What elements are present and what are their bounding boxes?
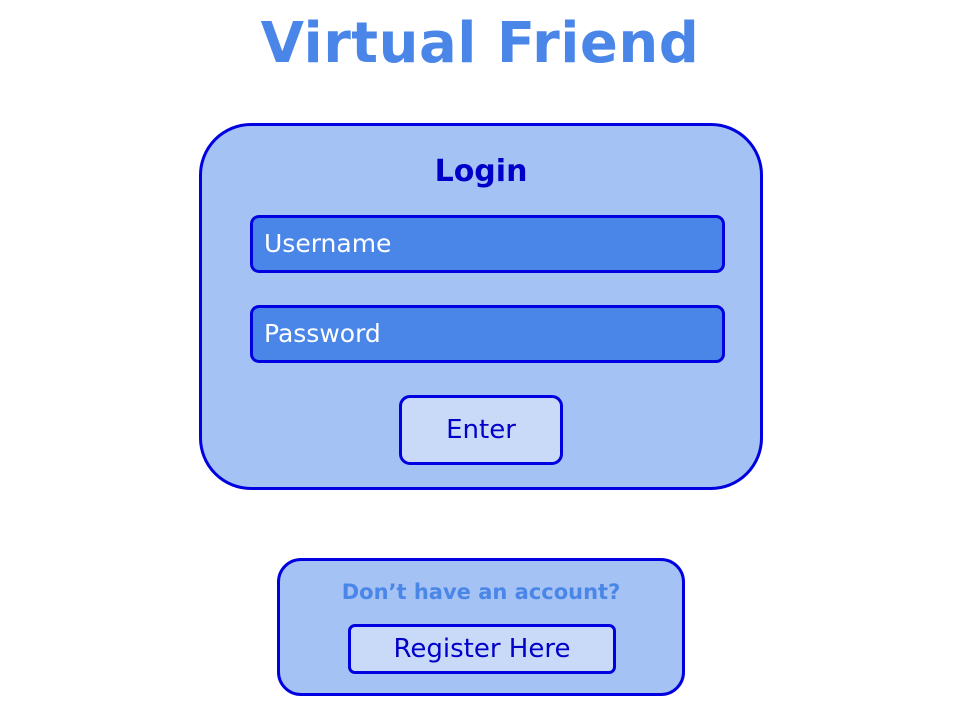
login-heading: Login [434, 154, 528, 189]
register-prompt: Don’t have an account? [341, 580, 621, 604]
password-input[interactable] [250, 305, 725, 363]
login-card: Login Enter [199, 123, 763, 490]
app-title: Virtual Friend [260, 11, 700, 76]
username-input[interactable] [250, 215, 725, 273]
register-button[interactable]: Register Here [348, 624, 616, 674]
login-page: Virtual Friend Login Enter Don’t have an… [0, 0, 960, 720]
register-card: Don’t have an account? Register Here [277, 558, 685, 696]
enter-button[interactable]: Enter [399, 395, 563, 465]
